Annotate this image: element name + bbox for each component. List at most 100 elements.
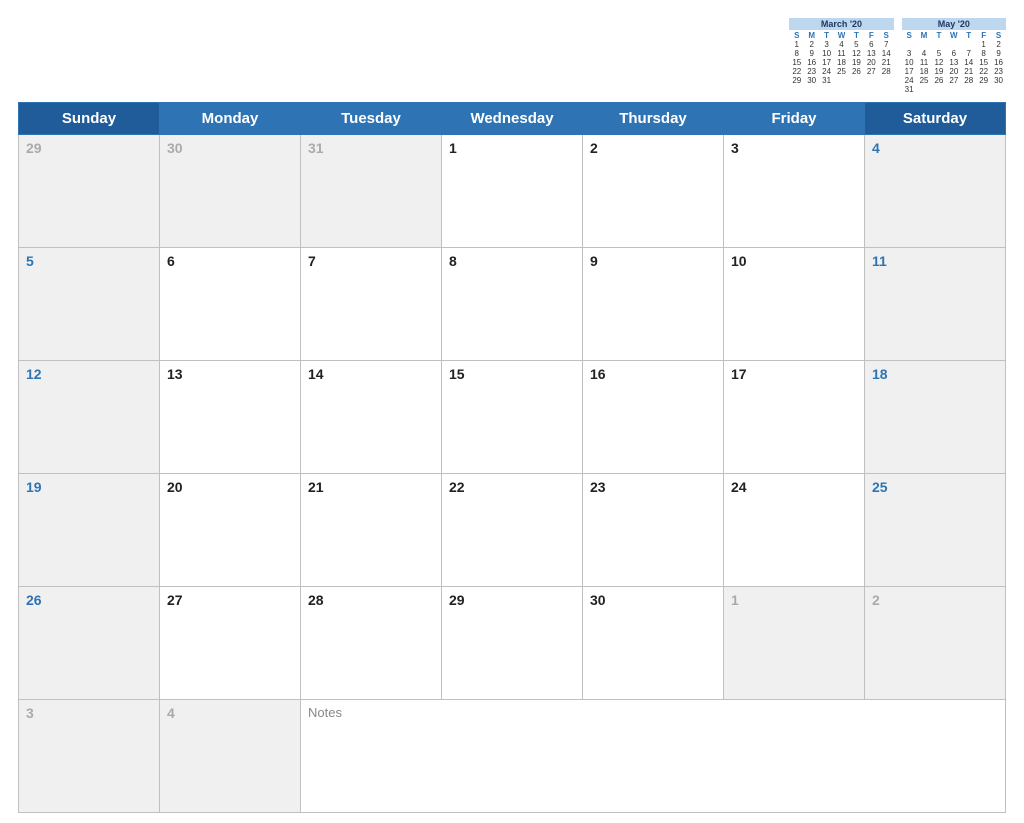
calendar-day-cell: 5 xyxy=(19,248,160,361)
weekday-header-tuesday: Tuesday xyxy=(301,103,442,135)
mini-cal-day: 22 xyxy=(976,67,991,76)
calendar-day-cell: 20 xyxy=(160,474,301,587)
day-number: 2 xyxy=(590,140,598,156)
weekday-header-wednesday: Wednesday xyxy=(442,103,583,135)
day-number: 4 xyxy=(167,705,175,721)
mini-cal-day: 21 xyxy=(879,58,894,67)
mini-cal-day: 2 xyxy=(991,40,1006,49)
day-number: 3 xyxy=(731,140,739,156)
day-number: 11 xyxy=(872,253,887,269)
mini-cal-day-header: T xyxy=(819,31,834,40)
mini-cal-day: 22 xyxy=(789,67,804,76)
calendar-day-cell: 19 xyxy=(19,474,160,587)
mini-cal-day: 31 xyxy=(819,76,834,85)
calendar-day-cell: 14 xyxy=(301,361,442,474)
calendar-day-cell: 30 xyxy=(160,135,301,248)
calendar-day-cell: 23 xyxy=(583,474,724,587)
mini-cal-day: 9 xyxy=(804,49,819,58)
mini-cal-day-header: T xyxy=(931,31,946,40)
day-number: 30 xyxy=(590,592,606,608)
mini-cal-day: 23 xyxy=(804,67,819,76)
mini-cal-day: 17 xyxy=(902,67,917,76)
mini-cal-day: 26 xyxy=(931,76,946,85)
mini-cal-day: 27 xyxy=(864,67,879,76)
mini-cal-day-header: T xyxy=(961,31,976,40)
mini-cal-day: 20 xyxy=(946,67,961,76)
mini-calendars-container: March '20SMTWTFS123456789101112131415161… xyxy=(789,18,1006,94)
calendar-day-cell: 29 xyxy=(442,587,583,700)
calendar-day-cell: 12 xyxy=(19,361,160,474)
day-number: 30 xyxy=(167,140,183,156)
mini-calendar-march: March '20SMTWTFS123456789101112131415161… xyxy=(789,18,893,85)
day-number: 21 xyxy=(308,479,324,495)
calendar-day-cell: 8 xyxy=(442,248,583,361)
mini-cal-day: 9 xyxy=(991,49,1006,58)
mini-cal-day xyxy=(961,40,976,49)
calendar-page: March '20SMTWTFS123456789101112131415161… xyxy=(0,0,1024,823)
weekday-header-saturday: Saturday xyxy=(865,103,1006,135)
calendar-day-cell: 10 xyxy=(724,248,865,361)
day-number: 8 xyxy=(449,253,457,269)
weekdays-row: SundayMondayTuesdayWednesdayThursdayFrid… xyxy=(19,103,1006,135)
mini-cal-day: 13 xyxy=(946,58,961,67)
calendar-day-cell: 22 xyxy=(442,474,583,587)
calendar-day-cell: 21 xyxy=(301,474,442,587)
calendar-day-cell: 1 xyxy=(724,587,865,700)
mini-cal-day: 24 xyxy=(819,67,834,76)
mini-cal-title: May '20 xyxy=(902,18,1006,30)
calendar-day-cell: 29 xyxy=(19,135,160,248)
calendar-week-row: 2930311234 xyxy=(19,135,1006,248)
mini-cal-day: 15 xyxy=(976,58,991,67)
mini-cal-day: 3 xyxy=(819,40,834,49)
mini-cal-day-header: S xyxy=(902,31,917,40)
mini-cal-day-header: M xyxy=(917,31,932,40)
mini-cal-day: 29 xyxy=(976,76,991,85)
calendar-day-cell: 11 xyxy=(865,248,1006,361)
calendar-day-cell: 4 xyxy=(160,700,301,813)
mini-cal-day xyxy=(834,76,849,85)
day-number: 3 xyxy=(26,705,34,721)
mini-cal-day: 6 xyxy=(864,40,879,49)
mini-cal-title: March '20 xyxy=(789,18,893,30)
calendar-week-row: 19202122232425 xyxy=(19,474,1006,587)
mini-cal-day: 25 xyxy=(834,67,849,76)
day-number: 22 xyxy=(449,479,465,495)
mini-cal-day: 1 xyxy=(789,40,804,49)
mini-cal-day: 7 xyxy=(879,40,894,49)
calendar-day-cell: 9 xyxy=(583,248,724,361)
day-number: 17 xyxy=(731,366,747,382)
mini-cal-day: 12 xyxy=(931,58,946,67)
notes-row: 34Notes xyxy=(19,700,1006,813)
day-number: 23 xyxy=(590,479,606,495)
mini-cal-day: 17 xyxy=(819,58,834,67)
weekday-header-thursday: Thursday xyxy=(583,103,724,135)
mini-cal-day: 20 xyxy=(864,58,879,67)
day-number: 9 xyxy=(590,253,598,269)
day-number: 28 xyxy=(308,592,324,608)
calendar-day-cell: 26 xyxy=(19,587,160,700)
calendar-day-cell: 2 xyxy=(583,135,724,248)
mini-cal-day: 21 xyxy=(961,67,976,76)
mini-cal-day: 5 xyxy=(931,49,946,58)
mini-cal-day: 30 xyxy=(804,76,819,85)
mini-cal-day: 6 xyxy=(946,49,961,58)
day-number: 15 xyxy=(449,366,465,382)
mini-cal-day xyxy=(961,85,976,94)
mini-cal-day: 19 xyxy=(849,58,864,67)
day-number: 1 xyxy=(449,140,457,156)
calendar-day-cell: 16 xyxy=(583,361,724,474)
mini-cal-day: 16 xyxy=(991,58,1006,67)
mini-cal-day xyxy=(917,85,932,94)
weekday-header-sunday: Sunday xyxy=(19,103,160,135)
mini-cal-day-header: F xyxy=(864,31,879,40)
mini-cal-day xyxy=(931,40,946,49)
weekday-header-monday: Monday xyxy=(160,103,301,135)
mini-cal-day: 16 xyxy=(804,58,819,67)
day-number: 7 xyxy=(308,253,316,269)
day-number: 6 xyxy=(167,253,175,269)
mini-cal-day: 15 xyxy=(789,58,804,67)
mini-cal-day: 10 xyxy=(902,58,917,67)
mini-cal-day: 25 xyxy=(917,76,932,85)
mini-cal-day: 30 xyxy=(991,76,1006,85)
mini-cal-day: 14 xyxy=(961,58,976,67)
